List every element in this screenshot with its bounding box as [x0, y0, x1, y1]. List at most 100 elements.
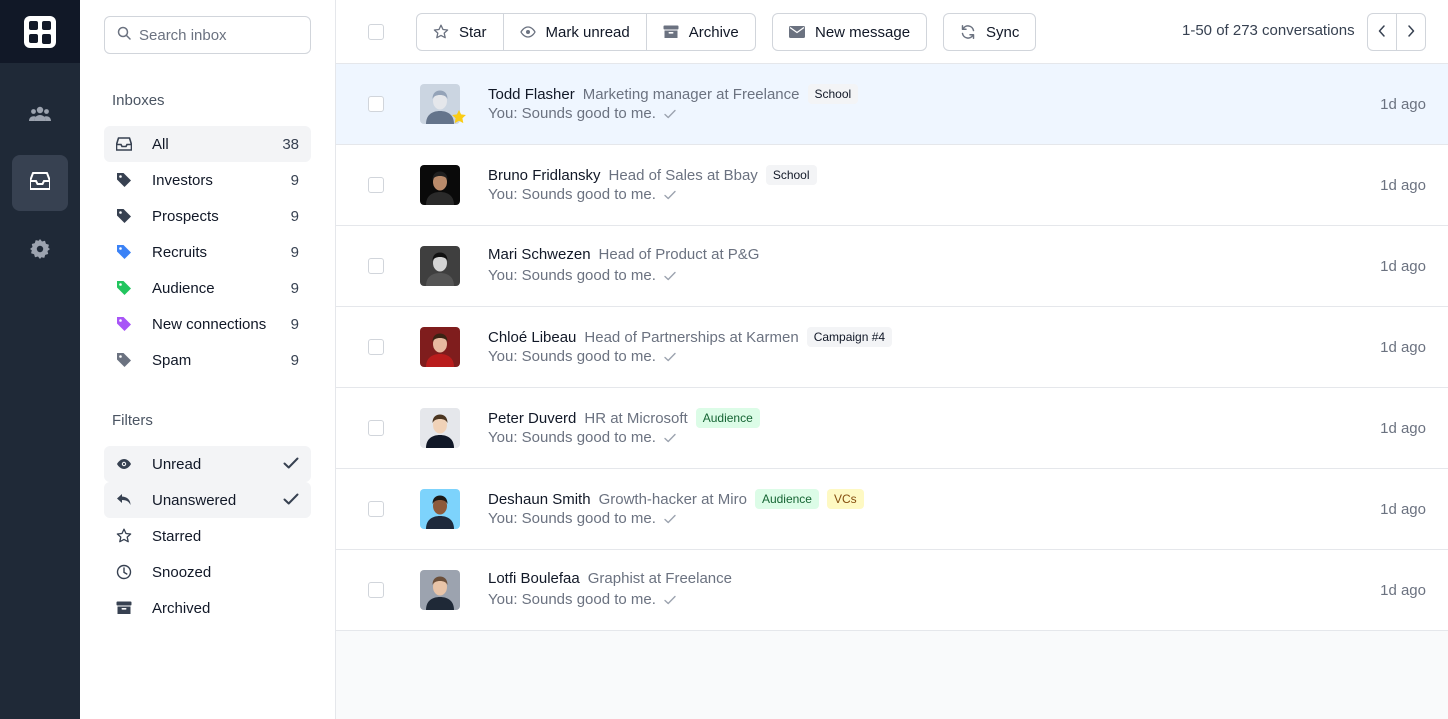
sidebar-item-count: 9: [290, 243, 299, 261]
sent-check-icon: [664, 109, 676, 119]
gear-icon: [30, 239, 50, 263]
conversation-preview-line: You: Sounds good to me.: [488, 105, 676, 122]
sidebar-item-investors[interactable]: Investors 9: [104, 162, 311, 198]
sidebar-item-count: 9: [290, 279, 299, 297]
conversation-preview-line: You: Sounds good to me.: [488, 510, 676, 527]
search-box[interactable]: [104, 16, 311, 54]
rail-settings-button[interactable]: [12, 223, 68, 279]
conversation-time: 1d ago: [1380, 582, 1426, 599]
select-all-checkbox[interactable]: [368, 24, 384, 40]
search-input[interactable]: [139, 26, 309, 44]
conversation-row[interactable]: Chloé Libeau Head of Partnerships at Karm…: [336, 307, 1448, 388]
next-page-button[interactable]: [1397, 14, 1425, 50]
filter-item-label: Unread: [152, 455, 202, 473]
star-icon: [433, 24, 449, 40]
tag-icon: [116, 208, 132, 224]
sidebar-item-recruits[interactable]: Recruits 9: [104, 234, 311, 270]
contact-title: Head of Sales at Bbay: [608, 166, 758, 184]
tag-icon: [116, 244, 132, 260]
conversation-row[interactable]: Mari Schwezen Head of Product at P&G You: …: [336, 226, 1448, 307]
sent-check-icon: [664, 352, 676, 362]
sidebar-item-count: 38: [282, 135, 299, 153]
conversation-header: Todd Flasher Marketing manager at Freelan…: [488, 84, 859, 104]
sidebar-item-new-connections[interactable]: New connections 9: [104, 306, 311, 342]
sync-button-wrap: Sync: [943, 13, 1037, 51]
conversation-time: 1d ago: [1380, 501, 1426, 518]
envelope-icon: [789, 26, 805, 38]
contact-name: Todd Flasher: [488, 85, 575, 103]
sidebar-item-label: All: [152, 135, 169, 153]
pagination-text: 1-50 of 273 conversations: [1182, 22, 1355, 39]
sidebar-item-spam[interactable]: Spam 9: [104, 342, 311, 378]
sidebar-item-all[interactable]: All 38: [104, 126, 311, 162]
conversation-row[interactable]: Lotfi Boulefaa Graphist at Freelance You: …: [336, 550, 1448, 631]
previous-page-button[interactable]: [1368, 14, 1397, 50]
toolbar: Star Mark unread Archive New message Syn…: [336, 0, 1448, 64]
conversation-header: Deshaun Smith Growth-hacker at Miro Audien…: [488, 489, 864, 509]
filter-item-snoozed[interactable]: Snoozed: [104, 554, 311, 590]
tag-icon: [116, 352, 132, 368]
conversation-time: 1d ago: [1380, 420, 1426, 437]
conversation-time: 1d ago: [1380, 339, 1426, 356]
conversation-preview-line: You: Sounds good to me.: [488, 429, 676, 446]
conversation-row[interactable]: Bruno Fridlansky Head of Sales at Bbay Sch…: [336, 145, 1448, 226]
contact-name: Chloé Libeau: [488, 328, 577, 346]
new-message-label: New message: [815, 23, 911, 41]
row-checkbox[interactable]: [368, 177, 384, 193]
conversation-header: Peter Duverd HR at Microsoft Audience: [488, 408, 760, 428]
rail-contacts-button[interactable]: [12, 88, 68, 144]
contact-title: Graphist at Freelance: [587, 570, 732, 587]
sidebar-item-label: Spam: [152, 351, 192, 369]
filter-item-unanswered[interactable]: Unanswered: [104, 482, 311, 518]
filter-item-label: Snoozed: [152, 563, 212, 581]
sidebar-item-audience[interactable]: Audience 9: [104, 270, 311, 306]
sidebar-item-count: 9: [290, 351, 299, 369]
star-button[interactable]: Star: [417, 14, 504, 50]
mark-unread-label: Mark unread: [545, 23, 630, 41]
conversation-row[interactable]: Todd Flasher Marketing manager at Freelan…: [336, 64, 1448, 145]
filter-item-label: Archived: [152, 599, 211, 617]
conversation-header: Chloé Libeau Head of Partnerships at Karm…: [488, 327, 893, 347]
eye-icon: [116, 456, 132, 472]
row-checkbox[interactable]: [368, 258, 384, 274]
clock-icon: [116, 564, 132, 580]
sync-button[interactable]: Sync: [944, 14, 1035, 50]
sidebar-item-count: 9: [290, 315, 299, 333]
conversation-row[interactable]: Peter Duverd HR at Microsoft Audience You: …: [336, 388, 1448, 469]
archive-button[interactable]: Archive: [647, 14, 755, 50]
search-icon: [117, 26, 131, 44]
archive-label: Archive: [688, 23, 739, 41]
row-checkbox[interactable]: [368, 339, 384, 355]
new-message-button[interactable]: New message: [773, 14, 926, 50]
row-checkbox[interactable]: [368, 96, 384, 112]
conversation-header: Mari Schwezen Head of Product at P&G: [488, 246, 759, 263]
filter-item-starred[interactable]: Starred: [104, 518, 311, 554]
message-preview: You: Sounds good to me.: [488, 186, 656, 203]
conversation-preview-line: You: Sounds good to me.: [488, 186, 676, 203]
avatar: [420, 570, 460, 610]
contact-name: Mari Schwezen: [488, 246, 591, 263]
row-checkbox[interactable]: [368, 582, 384, 598]
sent-check-icon: [664, 190, 676, 200]
mark-unread-button[interactable]: Mark unread: [504, 14, 647, 50]
sidebar-item-prospects[interactable]: Prospects 9: [104, 198, 311, 234]
conversation-row[interactable]: Deshaun Smith Growth-hacker at Miro Audien…: [336, 469, 1448, 550]
rail-inbox-button[interactable]: [12, 155, 68, 211]
conversation-panel: Star Mark unread Archive New message Syn…: [336, 0, 1448, 719]
contact-title: HR at Microsoft: [584, 409, 688, 427]
conversation-time: 1d ago: [1380, 258, 1426, 275]
filter-item-unread[interactable]: Unread: [104, 446, 311, 482]
conversation-tag: School: [807, 84, 859, 104]
app-logo[interactable]: [24, 15, 56, 48]
check-icon: [283, 492, 299, 509]
contact-title: Head of Product at P&G: [598, 246, 760, 263]
avatar: [420, 165, 460, 205]
archive-icon: [116, 600, 132, 616]
row-checkbox[interactable]: [368, 501, 384, 517]
conversation-preview-line: You: Sounds good to me.: [488, 348, 676, 365]
avatar: [420, 489, 460, 529]
filter-item-archived[interactable]: Archived: [104, 590, 311, 626]
reply-icon: [116, 492, 132, 508]
row-checkbox[interactable]: [368, 420, 384, 436]
contact-name: Peter Duverd: [488, 409, 577, 427]
